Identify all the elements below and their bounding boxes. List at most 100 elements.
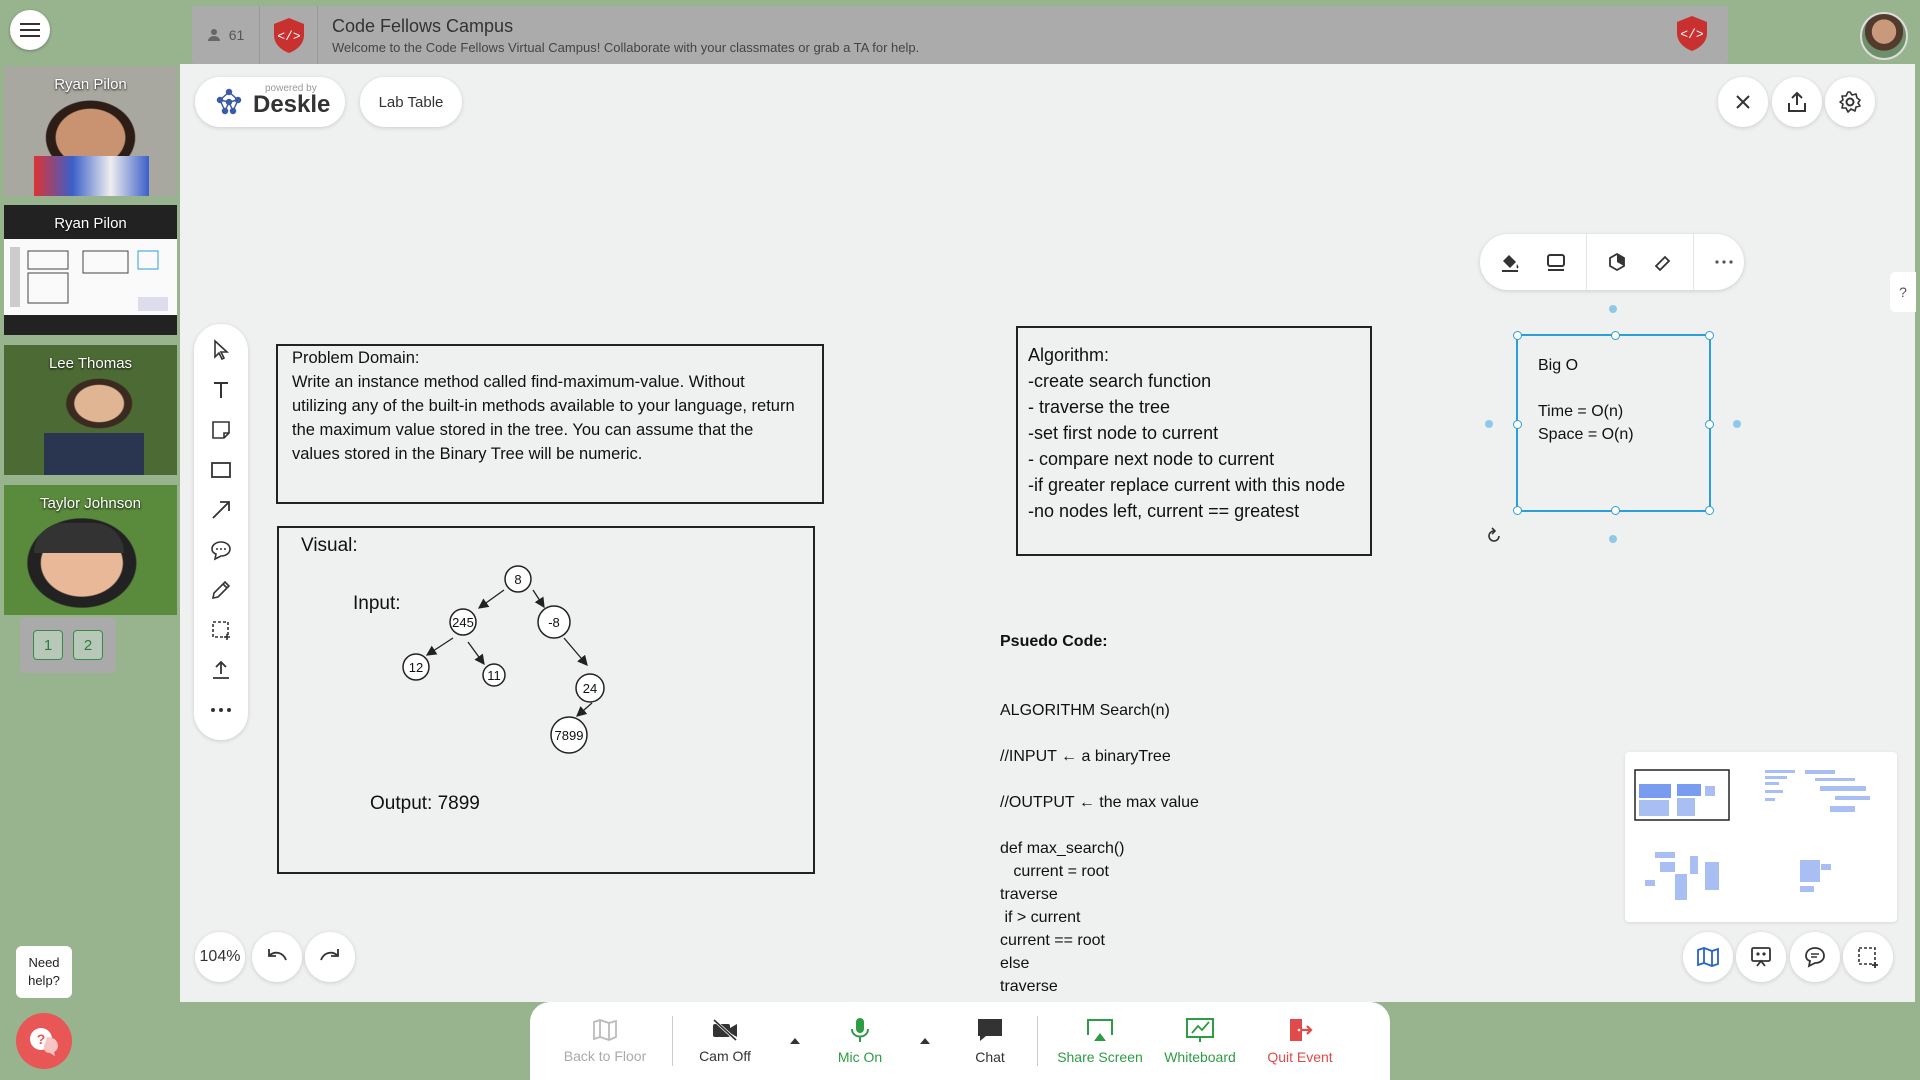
tree-node-value: 245 xyxy=(452,615,474,630)
participant-tile[interactable]: Ryan Pilon xyxy=(4,205,177,335)
screen-share-icon xyxy=(1087,1019,1113,1041)
upload-tool[interactable] xyxy=(206,656,236,684)
user-avatar[interactable] xyxy=(1860,12,1908,60)
problem-domain-box[interactable]: Problem Domain: Write an instance method… xyxy=(276,344,824,504)
tree-node-value: 12 xyxy=(409,660,423,675)
comment-tool[interactable] xyxy=(206,536,236,564)
resize-handle[interactable] xyxy=(1513,506,1522,515)
resize-handle[interactable] xyxy=(1611,331,1620,340)
fill-color-button[interactable] xyxy=(1494,246,1526,278)
rotate-handle[interactable] xyxy=(1484,526,1504,551)
share-screen-button[interactable]: Share Screen xyxy=(1050,1002,1150,1080)
comments-button[interactable] xyxy=(1790,932,1840,982)
layer-order-button[interactable] xyxy=(1601,246,1633,278)
meeting-controls: Back to Floor Cam Off Mic On Chat Share … xyxy=(530,1002,1390,1080)
participant-tile[interactable]: Ryan Pilon xyxy=(4,66,177,196)
shirt xyxy=(34,156,149,196)
eraser-icon xyxy=(1654,255,1671,272)
hamburger-icon xyxy=(20,23,40,37)
border-style-button[interactable] xyxy=(1540,246,1572,278)
page-button-2[interactable]: 2 xyxy=(73,630,103,660)
resize-handle[interactable] xyxy=(1513,331,1522,340)
minimap[interactable] xyxy=(1625,752,1897,922)
svg-text:</>: </> xyxy=(1680,27,1704,42)
undo-button[interactable] xyxy=(252,932,302,982)
participant-count[interactable]: 61 xyxy=(192,6,260,64)
chat-label: Chat xyxy=(975,1049,1005,1065)
connector-point[interactable] xyxy=(1609,305,1617,313)
connector-point[interactable] xyxy=(1733,420,1741,428)
pseudo-code-body: ALGORITHM Search(n) //INPUT ← a binaryTr… xyxy=(1000,702,1199,995)
more-options-button[interactable] xyxy=(1708,246,1740,278)
back-to-floor-button[interactable]: Back to Floor xyxy=(550,1002,660,1080)
algorithm-box[interactable]: Algorithm: -create search function - tra… xyxy=(1016,326,1372,556)
close-button[interactable] xyxy=(1718,77,1768,127)
camera-label: Cam Off xyxy=(699,1048,751,1064)
big-o-text: Big O Time = O(n) Space = O(n) xyxy=(1538,357,1634,443)
camera-options-caret[interactable] xyxy=(785,1038,805,1044)
divider xyxy=(1693,234,1694,290)
need-help-tooltip: Need help? xyxy=(16,946,72,998)
camera-off-icon xyxy=(712,1018,738,1042)
participant-count-value: 61 xyxy=(228,27,245,43)
connector-point[interactable] xyxy=(1485,420,1493,428)
participant-tile[interactable]: Lee Thomas xyxy=(4,345,177,475)
exit-door-icon xyxy=(1290,1019,1313,1041)
share-upload-icon xyxy=(1788,91,1806,112)
sticky-note-tool[interactable] xyxy=(206,416,236,444)
visual-box[interactable]: Visual: Input: Output: 7899 8 245 -8 12 … xyxy=(277,526,815,874)
export-button[interactable] xyxy=(1772,77,1822,127)
camera-toggle[interactable]: Cam Off xyxy=(685,1002,765,1080)
whiteboard-canvas[interactable]: powered by Deskle Lab Table T Problem D xyxy=(180,64,1916,1002)
pseudo-code-note[interactable]: Psuedo Code: ALGORITHM Search(n) //INPUT… xyxy=(1000,584,1199,1044)
person-icon xyxy=(207,29,220,41)
svg-text:?: ? xyxy=(37,1031,46,1047)
sticky-note-icon xyxy=(212,421,230,439)
select-tool[interactable] xyxy=(206,336,236,364)
resize-handle[interactable] xyxy=(1705,506,1714,515)
share-screen-label: Share Screen xyxy=(1057,1049,1143,1065)
pen-tool[interactable] xyxy=(206,576,236,604)
resize-handle[interactable] xyxy=(1611,506,1620,515)
arrow-tool[interactable] xyxy=(206,496,236,524)
area-select-tool[interactable] xyxy=(206,616,236,644)
chat-button[interactable]: Chat xyxy=(955,1002,1025,1080)
back-to-floor-label: Back to Floor xyxy=(563,1048,647,1064)
resize-handle[interactable] xyxy=(1705,331,1714,340)
zoom-level[interactable]: 104% xyxy=(195,932,245,982)
page-button-1[interactable]: 1 xyxy=(33,630,63,660)
rectangle-tool[interactable] xyxy=(206,456,236,484)
microphone-toggle[interactable]: Mic On xyxy=(825,1002,895,1080)
divider xyxy=(1037,1016,1038,1066)
room-name[interactable]: Lab Table xyxy=(360,77,462,127)
big-o-box-selected[interactable]: Big O Time = O(n) Space = O(n) xyxy=(1513,331,1714,515)
redo-button[interactable] xyxy=(305,932,355,982)
fit-to-screen-button[interactable] xyxy=(1843,932,1893,982)
suit xyxy=(44,433,144,475)
resize-handle[interactable] xyxy=(1705,420,1714,429)
quit-event-button[interactable]: Quit Event xyxy=(1250,1002,1350,1080)
settings-button[interactable] xyxy=(1825,77,1875,127)
help-tab[interactable]: ? xyxy=(1890,272,1916,312)
text-tool[interactable] xyxy=(206,376,236,404)
more-tools[interactable] xyxy=(206,696,236,724)
whiteboard-button[interactable]: Whiteboard xyxy=(1150,1002,1250,1080)
microphone-options-caret[interactable] xyxy=(915,1038,935,1044)
cursor-icon xyxy=(214,339,230,361)
caret-up-icon xyxy=(920,1038,930,1044)
presentation-button[interactable] xyxy=(1736,932,1786,982)
deskle-brand[interactable]: powered by Deskle xyxy=(195,77,345,127)
menu-button[interactable] xyxy=(10,10,50,50)
map-button[interactable] xyxy=(1683,932,1733,982)
resize-handle[interactable] xyxy=(1513,420,1522,429)
participant-name: Ryan Pilon xyxy=(54,76,127,93)
help-button[interactable]: ? xyxy=(16,1013,72,1069)
rotate-icon xyxy=(1488,527,1500,542)
connector-point[interactable] xyxy=(1609,535,1617,543)
divider xyxy=(1586,234,1587,290)
participant-pager: 1 2 xyxy=(20,617,116,673)
participant-tile[interactable]: Taylor Johnson xyxy=(4,485,177,615)
upload-icon xyxy=(213,660,229,679)
drawing-toolbar xyxy=(194,324,248,740)
eraser-button[interactable] xyxy=(1647,246,1679,278)
